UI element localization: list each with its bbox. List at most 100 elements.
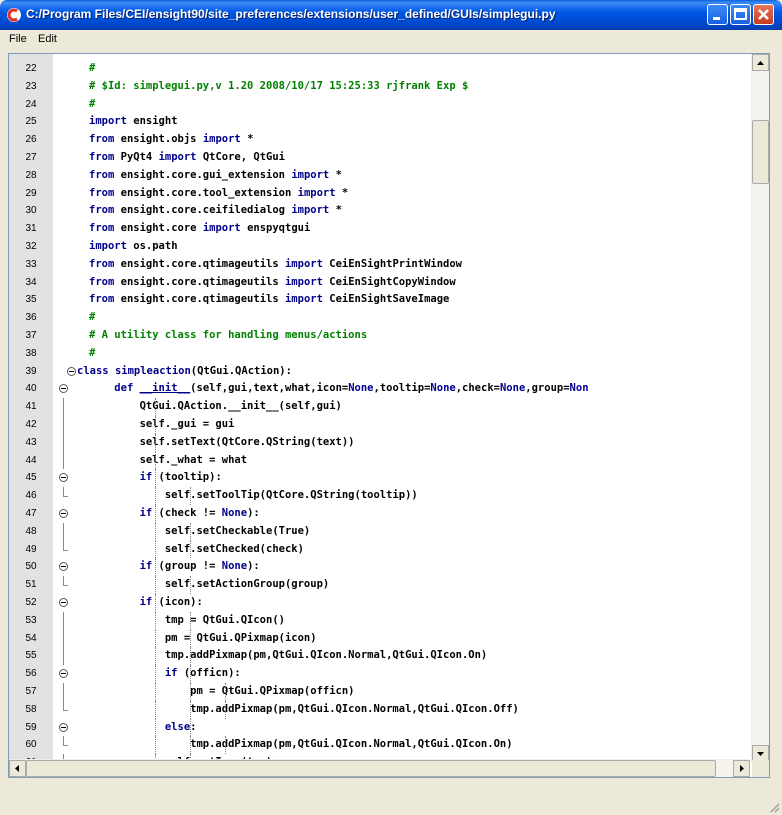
code-line[interactable]: 39 class simpleaction(QtGui.QAction): <box>9 363 750 381</box>
fold-toggle-icon[interactable] <box>59 509 68 518</box>
scroll-left-button[interactable] <box>9 760 26 777</box>
code-text: # <box>89 345 95 363</box>
code-text: if (officn): <box>89 665 241 683</box>
close-button[interactable] <box>753 4 774 25</box>
code-line[interactable]: 31 from ensight.core import enspyqtgui <box>9 220 750 238</box>
code-line[interactable]: 34 from ensight.core.qtimageutils import … <box>9 274 750 292</box>
code-line[interactable]: 52 if (icon): <box>9 594 750 612</box>
code-line[interactable]: 23 # $Id: simplegui.py,v 1.20 2008/10/17 … <box>9 78 750 96</box>
code-line[interactable]: 51 self.setActionGroup(group) <box>9 576 750 594</box>
title-bar[interactable]: C:/Program Files/CEI/ensight90/site_pref… <box>0 0 782 30</box>
code-line[interactable]: 56 if (officn): <box>9 665 750 683</box>
keyword-token: import <box>202 133 241 146</box>
fold-toggle-icon[interactable] <box>59 473 68 483</box>
fold-toggle-icon[interactable] <box>59 562 68 572</box>
code-area[interactable]: 22 #23 # $Id: simplegui.py,v 1.20 2008/10/… <box>9 54 750 762</box>
menu-edit[interactable]: Edit <box>38 33 57 45</box>
resize-grip-icon[interactable] <box>768 801 780 813</box>
keyword-token: from <box>89 168 115 181</box>
indent-guide <box>155 629 156 648</box>
code-token: ensight.objs <box>114 133 203 146</box>
code-line[interactable]: 38 # <box>9 345 750 363</box>
code-line[interactable]: 59 else: <box>9 718 750 737</box>
line-number: 59 <box>25 721 37 733</box>
code-token: ensight <box>126 115 178 128</box>
code-line[interactable]: 54 pm = QtGui.QPixmap(icon) <box>9 629 750 648</box>
code-token: ,group= <box>525 382 570 395</box>
code-line[interactable]: 55 tmp.addPixmap(pm,QtGui.QIcon.Normal,Q… <box>9 647 750 666</box>
code-line[interactable]: 40 def __init__(self,gui,text,what,icon=… <box>9 380 750 398</box>
indent-guide <box>155 451 156 470</box>
fold-end-marker <box>63 745 68 747</box>
code-line[interactable]: 25 import ensight <box>9 113 750 131</box>
code-line[interactable]: 45 if (tooltip): <box>9 469 750 488</box>
arrow-right-icon <box>740 765 744 772</box>
code-line[interactable]: 43 self.setText(QtCore.QString(text)) <box>9 433 750 452</box>
keyword-token: simpleaction <box>114 364 191 377</box>
vertical-scrollbar[interactable] <box>751 54 769 762</box>
line-number: 47 <box>25 508 37 519</box>
code-line[interactable]: 50 if (group != None): <box>9 558 750 577</box>
code-line[interactable]: 57 pm = QtGui.QPixmap(officn) <box>9 683 750 701</box>
keyword-token: import <box>284 293 323 306</box>
code-line[interactable]: 53 tmp = QtGui.QIcon() <box>9 611 750 630</box>
code-line[interactable]: 32 import os.path <box>9 238 750 256</box>
code-line[interactable]: 29 from ensight.core.tool_extension impor… <box>9 185 750 203</box>
horizontal-scrollbar[interactable] <box>9 759 750 777</box>
menu-file[interactable]: File <box>9 33 27 45</box>
code-line[interactable]: 41 QtGui.QAction.__init__(self,gui) <box>9 398 750 416</box>
fold-toggle-icon[interactable] <box>67 366 76 376</box>
arrow-up-icon <box>757 61 764 65</box>
line-number: 39 <box>25 365 37 377</box>
code-token: tmp.addPixmap(pm,QtGui.QIcon.Normal,QtGu… <box>89 738 513 751</box>
line-number: 37 <box>25 330 37 341</box>
code-text: from ensight.core.qtimageutils import Ce… <box>89 291 449 309</box>
code-line[interactable]: 24 # <box>9 96 750 114</box>
code-text: QtGui.QAction.__init__(self,gui) <box>89 398 342 416</box>
code-line[interactable]: 26 from ensight.objs import * <box>9 131 750 149</box>
minimize-button[interactable] <box>707 4 728 25</box>
fold-toggle-icon[interactable] <box>59 669 68 679</box>
code-line[interactable]: 33 from ensight.core.qtimageutils import … <box>9 256 750 274</box>
code-line[interactable]: 48 self.setCheckable(True) <box>9 522 750 541</box>
code-line[interactable]: 35 from ensight.core.qtimageutils import … <box>9 291 750 309</box>
code-line[interactable]: 27 from PyQt4 import QtCore, QtGui <box>9 149 750 167</box>
code-line[interactable]: 60 tmp.addPixmap(pm,QtGui.QIcon.Normal,Q… <box>9 736 750 755</box>
code-token: self._what = what <box>89 453 248 466</box>
code-line[interactable]: 44 self._what = what <box>9 451 750 470</box>
code-token: pm = QtGui.QPixmap(officn) <box>89 685 355 697</box>
code-line[interactable]: 46 self.setToolTip(QtCore.QString(toolti… <box>9 487 750 505</box>
keyword-token: from <box>89 257 115 270</box>
code-token: (QtGui.QAction): <box>190 364 292 377</box>
fold-toggle-icon[interactable] <box>59 722 68 732</box>
code-text: else: <box>89 719 197 737</box>
code-line[interactable]: 42 self._gui = gui <box>9 416 750 434</box>
code-line[interactable]: 28 from ensight.core.gui_extension import… <box>9 167 750 185</box>
horizontal-scroll-thumb[interactable] <box>26 760 716 777</box>
code-editor[interactable]: 22 #23 # $Id: simplegui.py,v 1.20 2008/10/… <box>8 53 770 778</box>
code-token: ensight.core.qtimageutils <box>114 275 285 288</box>
code-line[interactable]: 47 if (check != None): <box>9 505 750 523</box>
code-token: ensight.core.qtimageutils <box>114 293 285 306</box>
vertical-scroll-thumb[interactable] <box>752 120 769 184</box>
line-number: 58 <box>25 703 37 715</box>
scroll-up-button[interactable] <box>752 54 769 71</box>
maximize-icon <box>734 8 747 20</box>
scroll-right-button[interactable] <box>733 760 750 777</box>
code-line[interactable]: 37 # A utility class for handling menus/a… <box>9 327 750 345</box>
fold-toggle-icon[interactable] <box>59 598 68 607</box>
status-bar <box>0 782 782 815</box>
code-line[interactable]: 22 # <box>9 60 750 78</box>
code-token: ensight.core.ceifiledialog <box>114 204 292 217</box>
fold-toggle-icon[interactable] <box>59 384 68 394</box>
line-number: 38 <box>25 347 37 359</box>
keyword-token: from <box>89 204 115 217</box>
code-line[interactable]: 49 self.setChecked(check) <box>9 540 750 559</box>
code-text: tmp.addPixmap(pm,QtGui.QIcon.Normal,QtGu… <box>89 736 513 754</box>
code-line[interactable]: 36 # <box>9 309 750 327</box>
code-token: PyQt4 <box>114 151 159 163</box>
code-line[interactable]: 58 tmp.addPixmap(pm,QtGui.QIcon.Normal,Q… <box>9 700 750 719</box>
code-line[interactable]: 30 from ensight.core.ceifiledialog import… <box>9 202 750 220</box>
maximize-button[interactable] <box>730 4 751 25</box>
